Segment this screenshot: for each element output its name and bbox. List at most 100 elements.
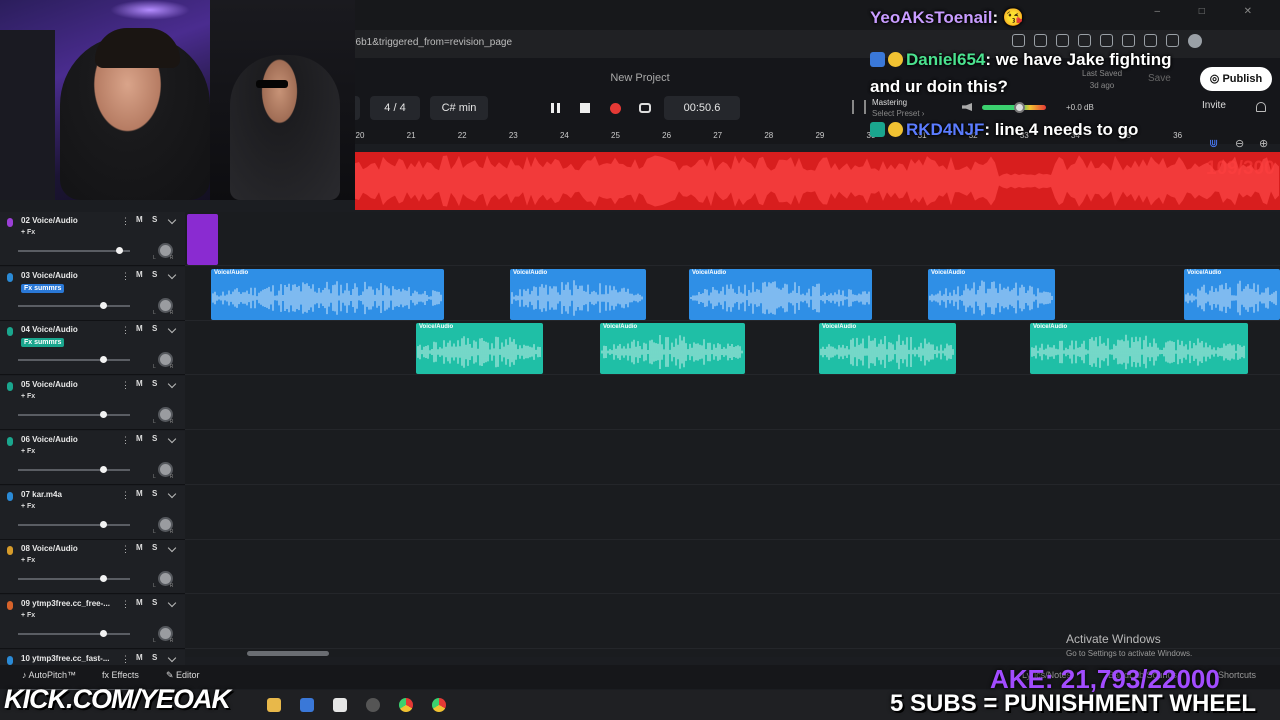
track-menu-icon[interactable]: ⋮ xyxy=(121,435,130,446)
track-name[interactable]: 02 Voice/Audio xyxy=(21,216,117,225)
chevron-down-icon[interactable] xyxy=(167,325,177,334)
fx-button[interactable]: + Fx xyxy=(21,612,35,619)
chevron-down-icon[interactable] xyxy=(167,270,177,279)
track-lane[interactable] xyxy=(185,486,1280,540)
track-lane[interactable]: Voice/Audio Voice/Audio Voice/Audio Voice/A… xyxy=(185,267,1280,321)
volume-slider-thumb[interactable] xyxy=(100,301,108,309)
track-lanes[interactable]: Voice/Audio Voice/Audio Voice/Audio Voice/A… xyxy=(185,212,1280,704)
solo-button[interactable]: S xyxy=(152,379,157,388)
audio-clip[interactable]: Voice/Audio xyxy=(1184,268,1280,320)
solo-button[interactable]: S xyxy=(152,598,157,607)
volume-slider[interactable] xyxy=(18,359,130,362)
solo-button[interactable]: S xyxy=(152,489,157,498)
autopitch-button[interactable]: ♪ AutoPitch™ xyxy=(22,670,76,680)
horizontal-scrollbar[interactable] xyxy=(247,651,329,656)
volume-slider-thumb[interactable] xyxy=(100,575,108,583)
track-header[interactable]: 09 ytmp3free.cc_free-... ⋮ M S + Fx LR xyxy=(0,594,185,649)
mute-button[interactable]: M xyxy=(136,215,143,224)
track-header[interactable]: 07 kar.m4a ⋮ M S + Fx LR xyxy=(0,485,185,540)
track-name[interactable]: 04 Voice/Audio xyxy=(21,325,117,334)
volume-slider-thumb[interactable] xyxy=(115,247,123,254)
volume-slider-thumb[interactable] xyxy=(100,629,108,637)
chrome-active-icon[interactable] xyxy=(432,698,446,712)
fx-button[interactable]: Fx summrs xyxy=(21,338,65,348)
track-header[interactable]: 04 Voice/Audio ⋮ M S Fx summrs LR xyxy=(0,321,185,376)
master-waveform-track[interactable] xyxy=(355,152,1280,210)
chevron-down-icon[interactable] xyxy=(167,653,177,662)
audio-clip[interactable] xyxy=(187,214,218,265)
fx-button[interactable]: Fx summrs xyxy=(21,283,65,293)
audio-clip[interactable]: Voice/Audio xyxy=(416,323,543,375)
volume-slider-thumb[interactable] xyxy=(100,465,108,473)
volume-slider[interactable] xyxy=(18,250,130,252)
track-menu-icon[interactable]: ⋮ xyxy=(121,380,130,391)
volume-slider[interactable] xyxy=(18,523,130,526)
track-header[interactable]: 03 Voice/Audio ⋮ M S Fx summrs LR xyxy=(0,266,185,321)
audio-clip[interactable]: Voice/Audio xyxy=(1030,323,1248,375)
record-button[interactable] xyxy=(605,98,625,118)
track-menu-icon[interactable]: ⋮ xyxy=(121,216,130,227)
solo-button[interactable]: S xyxy=(152,270,157,279)
chevron-down-icon[interactable] xyxy=(167,379,177,389)
fx-button[interactable]: + Fx xyxy=(21,393,35,400)
audio-clip[interactable]: Voice/Audio xyxy=(689,268,872,320)
track-menu-icon[interactable]: ⋮ xyxy=(121,490,130,501)
volume-slider-thumb[interactable] xyxy=(100,356,108,364)
mute-button[interactable]: M xyxy=(136,598,143,607)
editor-button[interactable]: ✎ Editor xyxy=(166,670,200,681)
track-name[interactable]: 09 ytmp3free.cc_free-... xyxy=(21,599,117,608)
pause-button[interactable] xyxy=(545,98,565,118)
chevron-down-icon[interactable] xyxy=(167,434,177,444)
solo-button[interactable]: S xyxy=(152,653,157,662)
fx-button[interactable]: + Fx xyxy=(21,448,35,455)
track-header[interactable]: 05 Voice/Audio ⋮ M S + Fx LR xyxy=(0,376,185,431)
audio-clip[interactable]: Voice/Audio xyxy=(211,268,444,320)
project-title[interactable]: New Project xyxy=(560,72,720,84)
mute-button[interactable]: M xyxy=(136,324,143,333)
mute-button[interactable]: M xyxy=(136,434,143,443)
track-lane[interactable] xyxy=(185,540,1280,595)
volume-slider[interactable] xyxy=(18,468,130,471)
chevron-down-icon[interactable] xyxy=(167,543,177,553)
track-name[interactable]: 06 Voice/Audio xyxy=(21,435,117,444)
volume-slider[interactable] xyxy=(18,414,130,417)
stop-button[interactable] xyxy=(575,98,595,118)
volume-slider-thumb[interactable] xyxy=(100,411,108,419)
effects-button[interactable]: fx Effects xyxy=(102,670,139,680)
mute-button[interactable]: M xyxy=(136,653,143,662)
mute-button[interactable]: M xyxy=(136,489,143,498)
solo-button[interactable]: S xyxy=(152,434,157,443)
track-lane[interactable]: Voice/Audio Voice/Audio Voice/Audio Voice/A… xyxy=(185,321,1280,376)
store-icon[interactable] xyxy=(300,698,314,712)
mute-button[interactable]: M xyxy=(136,379,143,388)
track-header[interactable]: 02 Voice/Audio ⋮ M S + Fx LR xyxy=(0,212,185,266)
audio-clip[interactable]: Voice/Audio xyxy=(600,323,745,375)
volume-slider[interactable] xyxy=(18,578,130,581)
track-menu-icon[interactable]: ⋮ xyxy=(121,271,130,282)
track-name[interactable]: 05 Voice/Audio xyxy=(21,380,117,389)
fx-button[interactable]: + Fx xyxy=(21,229,35,236)
solo-button[interactable]: S xyxy=(152,543,157,552)
volume-slider[interactable] xyxy=(18,632,130,635)
notepad-icon[interactable] xyxy=(333,698,347,712)
mixer-icon[interactable] xyxy=(852,100,866,114)
fx-button[interactable]: + Fx xyxy=(21,557,35,564)
fx-button[interactable]: + Fx xyxy=(21,503,35,510)
track-name[interactable]: 10 ytmp3free.cc_fast-... xyxy=(21,654,117,663)
track-name[interactable]: 08 Voice/Audio xyxy=(21,544,117,553)
mute-button[interactable]: M xyxy=(136,543,143,552)
chevron-down-icon[interactable] xyxy=(167,598,177,608)
track-name[interactable]: 07 kar.m4a xyxy=(21,490,117,499)
volume-slider[interactable] xyxy=(18,304,130,307)
track-menu-icon[interactable]: ⋮ xyxy=(121,544,130,555)
chrome-icon[interactable] xyxy=(399,698,413,712)
track-lane[interactable] xyxy=(185,431,1280,485)
shortcuts-button[interactable]: Shortcuts xyxy=(1218,670,1256,680)
audio-clip[interactable]: Voice/Audio xyxy=(928,268,1055,320)
track-header[interactable]: 08 Voice/Audio ⋮ M S + Fx LR xyxy=(0,540,185,595)
track-lane[interactable] xyxy=(185,376,1280,431)
track-header[interactable]: 06 Voice/Audio ⋮ M S + Fx LR xyxy=(0,430,185,485)
track-name[interactable]: 03 Voice/Audio xyxy=(21,271,117,280)
track-lane[interactable] xyxy=(185,212,1280,266)
audio-clip[interactable]: Voice/Audio xyxy=(510,268,646,320)
